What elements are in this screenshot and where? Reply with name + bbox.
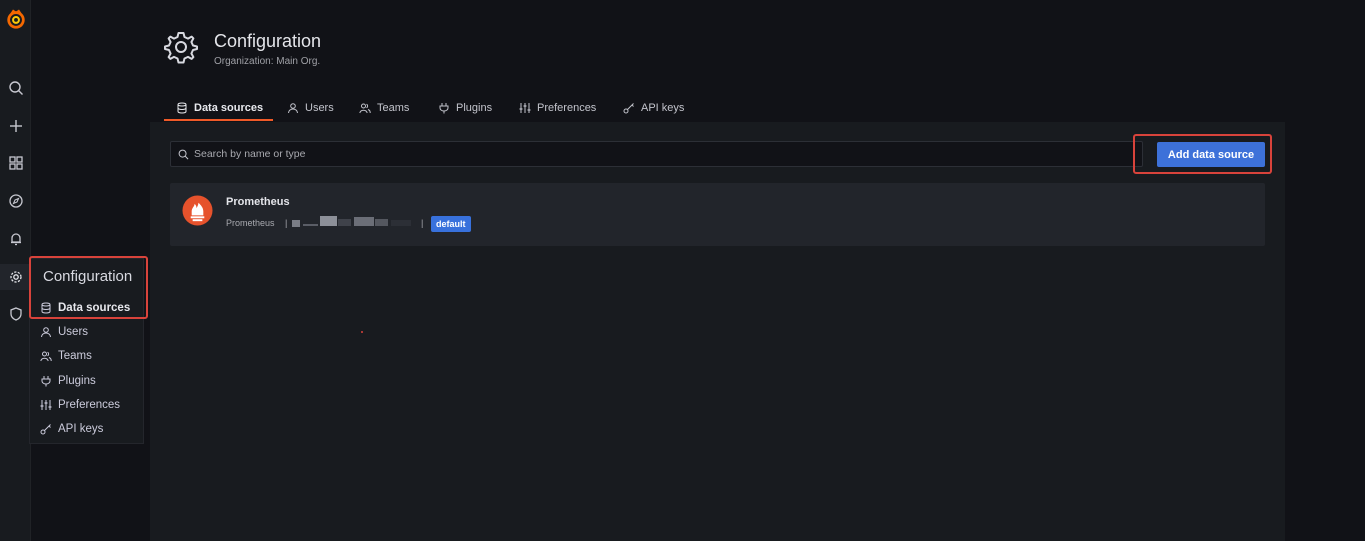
configuration-gear-icon[interactable]: [0, 264, 31, 290]
tab-label: Data sources: [194, 102, 264, 114]
tab-api-keys[interactable]: API keys: [623, 98, 684, 118]
cursor-dot: [361, 331, 363, 333]
shield-icon[interactable]: [0, 301, 31, 327]
users-icon: [40, 350, 52, 362]
user-icon: [287, 102, 299, 114]
flyout-item-preferences[interactable]: Preferences: [40, 396, 120, 414]
redacted-url-block: [375, 219, 388, 226]
search-icon: [178, 149, 189, 159]
user-icon: [40, 326, 52, 338]
datasource-type: Prometheus: [226, 218, 275, 228]
sliders-icon: [519, 102, 531, 114]
default-badge: default: [431, 216, 471, 232]
flyout-item-data-sources[interactable]: Data sources: [40, 299, 130, 317]
key-icon: [623, 102, 635, 114]
dashboards-icon[interactable]: [0, 150, 31, 176]
flyout-item-label: Preferences: [58, 399, 121, 411]
configuration-gear-icon: [164, 30, 198, 64]
flyout-item-plugins[interactable]: Plugins: [40, 372, 96, 390]
tab-label: Users: [305, 102, 334, 114]
explore-icon[interactable]: [0, 188, 31, 214]
flyout-item-label: Users: [58, 326, 89, 338]
sliders-icon: [40, 399, 52, 411]
users-icon: [359, 102, 371, 114]
alerting-icon[interactable]: [0, 226, 31, 252]
flyout-item-users[interactable]: Users: [40, 323, 88, 341]
datasource-name[interactable]: Prometheus: [226, 196, 290, 208]
datasource-card[interactable]: [170, 183, 1265, 246]
flyout-item-teams[interactable]: Teams: [40, 347, 92, 365]
database-icon: [40, 302, 52, 314]
active-tab-indicator: [164, 119, 273, 121]
redacted-url-block: [292, 220, 300, 227]
key-icon: [40, 423, 52, 435]
flyout-item-label: Plugins: [58, 375, 96, 387]
flyout-item-label: API keys: [58, 423, 104, 435]
search-icon[interactable]: [0, 75, 31, 101]
search-field[interactable]: [170, 141, 1143, 167]
meta-separator: |: [285, 218, 288, 228]
redacted-url-block: [391, 220, 411, 226]
prometheus-logo-icon: [182, 195, 213, 226]
tab-label: Teams: [377, 102, 410, 114]
flyout-item-label: Teams: [58, 350, 92, 362]
redacted-url-block: [303, 224, 318, 226]
redacted-url-block: [320, 216, 337, 226]
plug-icon: [40, 375, 52, 387]
tab-label: Preferences: [537, 102, 597, 114]
tab-preferences[interactable]: Preferences: [519, 98, 596, 118]
tab-plugins[interactable]: Plugins: [438, 98, 492, 118]
tab-data-sources[interactable]: Data sources: [176, 98, 263, 118]
tab-users[interactable]: Users: [287, 98, 334, 118]
search-input[interactable]: [194, 148, 1094, 160]
add-data-source-button[interactable]: Add data source: [1157, 142, 1265, 167]
flyout-item-api-keys[interactable]: API keys: [40, 420, 103, 438]
page-title: Configuration: [214, 31, 322, 51]
tab-label: API keys: [641, 102, 685, 114]
database-icon: [176, 102, 188, 114]
grafana-logo-icon[interactable]: [0, 6, 31, 32]
tab-teams[interactable]: Teams: [359, 98, 409, 118]
page-subtitle: Organization: Main Org.: [214, 56, 321, 67]
redacted-url-block: [354, 217, 374, 226]
flyout-item-label: Data sources: [58, 302, 131, 314]
flyout-title[interactable]: Configuration: [43, 268, 132, 285]
tab-label: Plugins: [456, 102, 493, 114]
redacted-url-block: [338, 219, 351, 226]
plug-icon: [438, 102, 450, 114]
meta-separator: |: [421, 218, 424, 228]
plus-icon[interactable]: [0, 113, 31, 139]
